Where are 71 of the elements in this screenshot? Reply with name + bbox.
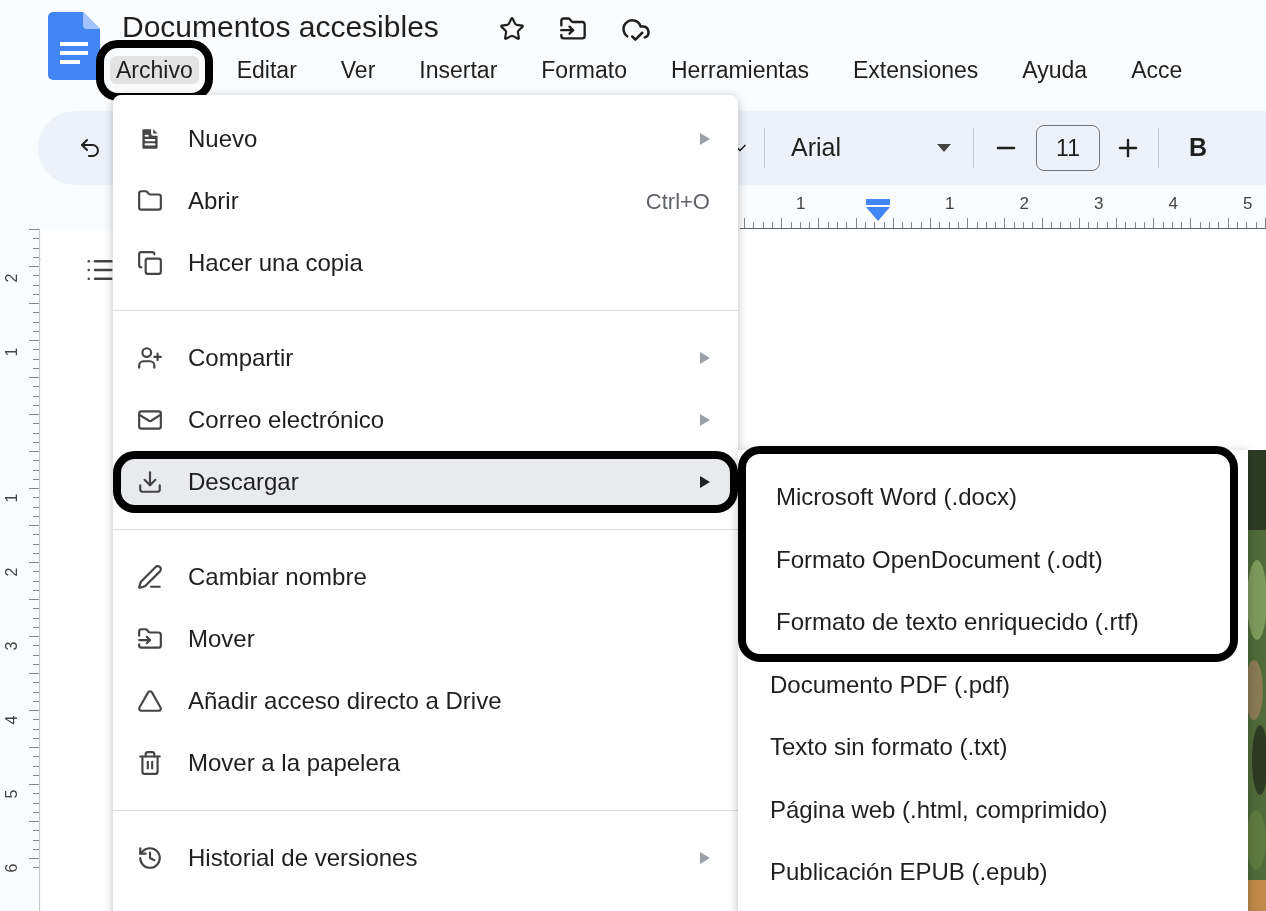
undo-icon[interactable]: [78, 136, 102, 160]
mail-icon: [137, 407, 163, 433]
menu-bar-item[interactable]: Archivo: [110, 56, 199, 84]
menu-bar-item[interactable]: Ver: [334, 56, 382, 84]
copy-icon: [137, 250, 163, 276]
menu-item-label: Historial de versiones: [188, 843, 418, 873]
menu-item-label: Descargar: [188, 467, 299, 497]
menu-item[interactable]: Documento PDF (.pdf): [738, 653, 1248, 716]
menu-item[interactable]: Nuevo: [113, 108, 738, 170]
menu-item[interactable]: Texto sin formato (.txt): [738, 716, 1248, 779]
menu-bar-item[interactable]: Ayuda: [1016, 56, 1094, 84]
ruler-number: 3: [1094, 193, 1104, 215]
menu-item[interactable]: Añadir acceso directo a Drive: [113, 670, 738, 732]
star-icon[interactable]: [498, 16, 525, 42]
menu-item-label: Nuevo: [188, 124, 258, 154]
drive-icon: [137, 688, 163, 714]
document-title[interactable]: Documentos accesibles: [122, 12, 439, 42]
menu-bar-item[interactable]: Formato: [535, 56, 633, 84]
menu-item[interactable]: Abrir Ctrl+O: [113, 170, 738, 232]
menu-item-label: Correo electrónico: [188, 405, 385, 435]
menu-bar-item[interactable]: Acce: [1125, 56, 1189, 84]
share-person-icon: [137, 345, 163, 371]
menu-item[interactable]: Formato de texto enriquecido (.rtf): [746, 591, 1230, 654]
ruler-number: 1: [796, 193, 806, 215]
ruler-number: 4: [2, 715, 22, 725]
menu-bar-item[interactable]: Herramientas: [664, 56, 815, 84]
pencil-icon: [137, 564, 163, 590]
menu-bar-item[interactable]: Extensiones: [847, 56, 985, 84]
menu-item[interactable]: Mover a la papelera: [113, 732, 738, 794]
menu-item[interactable]: Cambiar nombre: [113, 546, 738, 608]
menu-item[interactable]: Hacer una copia: [113, 232, 738, 294]
caret-icon: [937, 144, 951, 152]
ruler-number: 6: [2, 863, 22, 873]
menu-item-label: Abrir: [188, 186, 239, 216]
indent-marker-icon[interactable]: [866, 199, 890, 221]
history-icon: [137, 845, 163, 871]
menu-item-label: Mover: [188, 624, 255, 654]
ruler-number: 1: [2, 493, 22, 503]
docs-logo-icon: [48, 12, 100, 80]
menu-item[interactable]: Publicación EPUB (.epub): [738, 841, 1248, 904]
menu-item[interactable]: Historial de versiones: [113, 827, 738, 889]
menu-item-label: Añadir acceso directo a Drive: [188, 686, 502, 716]
download-icon: [137, 469, 163, 495]
ruler-number: 2: [1019, 193, 1029, 215]
menu-item-label: Mover a la papelera: [188, 748, 401, 778]
menu-item-label: Cambiar nombre: [188, 562, 367, 592]
ruler-number: 1: [2, 347, 22, 356]
ruler-number: 2: [2, 273, 22, 283]
menu-bar-item[interactable]: Editar: [230, 56, 303, 84]
font-dropdown[interactable]: Arial: [791, 129, 951, 167]
menu-item-label: Compartir: [188, 343, 294, 373]
shortcut-label: Ctrl+O: [645, 187, 710, 216]
menu-item[interactable]: Formato OpenDocument (.odt): [746, 528, 1230, 591]
menu-item[interactable]: Descargar: [113, 451, 738, 513]
folder-icon: [137, 188, 163, 214]
menu-item[interactable]: Correo electrónico: [113, 389, 738, 451]
menu-item[interactable]: Mover: [113, 608, 738, 670]
ruler-number: 5: [1243, 193, 1253, 215]
ruler-number: 4: [1168, 193, 1178, 215]
menu-item[interactable]: Compartir: [113, 327, 738, 389]
menu-item[interactable]: Página web (.html, comprimido): [738, 778, 1248, 841]
ruler-number: 5: [2, 789, 22, 799]
ruler-number: 3: [2, 641, 22, 651]
ruler-number: 1: [945, 193, 955, 215]
menu-item[interactable]: Microsoft Word (.docx): [746, 466, 1230, 529]
menu-item-label: Hacer una copia: [188, 248, 363, 278]
font-size-field[interactable]: 11: [1036, 125, 1100, 171]
ruler-number: 2: [2, 567, 22, 577]
bold-button[interactable]: B: [1189, 129, 1208, 167]
trash-icon: [137, 750, 163, 776]
menu-bar-item[interactable]: Insertar: [413, 56, 504, 84]
